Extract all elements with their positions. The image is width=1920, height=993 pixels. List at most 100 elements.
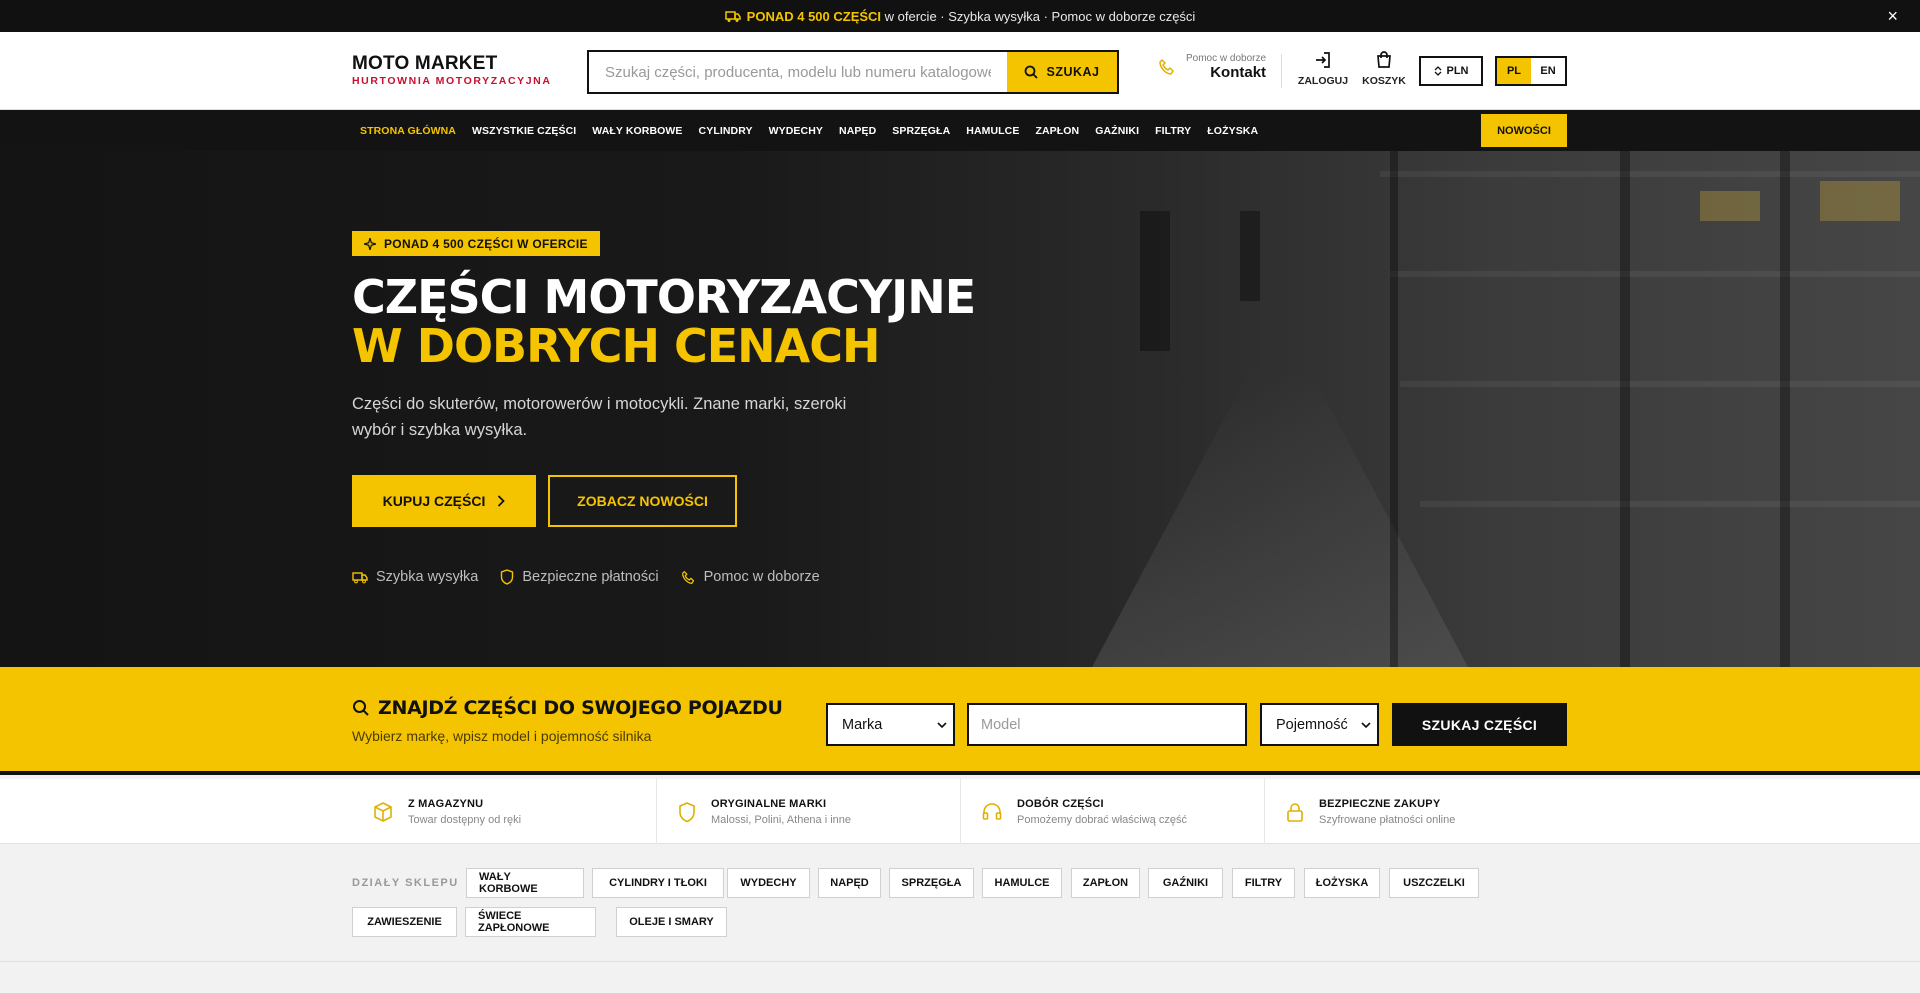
section-chip[interactable]: HAMULCE: [982, 868, 1062, 898]
phone-icon: [1159, 59, 1174, 75]
login-button[interactable]: ZALOGUJ: [1293, 50, 1353, 87]
section-chip[interactable]: ŚWIECE ZAPŁONOWE: [465, 907, 596, 937]
search-bar: SZUKAJ: [587, 50, 1119, 94]
section-chip[interactable]: SPRZĘGŁA: [889, 868, 974, 898]
sparkle-icon: [364, 237, 376, 250]
nav-item-home[interactable]: STRONA GŁÓWNA: [352, 125, 464, 137]
nav-item-carburetors[interactable]: GAŹNIKI: [1087, 125, 1147, 137]
nav-item-brakes[interactable]: HAMULCE: [958, 125, 1027, 137]
divider: [0, 961, 1920, 962]
contact-caption: Pomoc w doborze: [1186, 53, 1267, 64]
sections-label: DZIAŁY SKLEPU: [352, 877, 459, 889]
main-nav: STRONA GŁÓWNA WSZYSTKIE CZĘŚCI WAŁY KORB…: [0, 110, 1920, 151]
header-divider: [1281, 54, 1282, 88]
vehicle-finder: ZNAJDŹ CZĘŚCI DO SWOJEGO POJAZDU Wybierz…: [0, 667, 1920, 775]
cart-button[interactable]: KOSZYK: [1354, 50, 1414, 87]
language-switcher: PL EN: [1495, 56, 1567, 86]
contact-label: Kontakt: [1210, 64, 1267, 81]
chevron-down-icon: [937, 721, 947, 728]
shop-parts-button[interactable]: KUPUJ CZĘŚCI: [352, 475, 536, 527]
site-header: MOTO MARKET HURTOWNIA MOTORYZACYJNA SZUK…: [0, 32, 1920, 110]
cart-label: KOSZYK: [1362, 75, 1406, 87]
search-input[interactable]: [589, 52, 1007, 92]
section-chip[interactable]: WAŁY KORBOWE: [466, 868, 584, 898]
trust-list: Szybka wysyłka Bezpieczne płatności Pomo…: [352, 569, 820, 585]
truck-icon: [352, 572, 368, 584]
feature-item: BEZPIECZNE ZAKUPY Szyfrowane płatności on…: [1285, 779, 1455, 844]
currency-selector[interactable]: PLN: [1419, 56, 1483, 86]
features-strip: Z MAGAZYNU Towar dostępny od ręki ORYGINA…: [0, 779, 1920, 844]
feature-item: ORYGINALNE MARKI Malossi, Polini, Athena …: [677, 779, 851, 844]
trust-item-label: Szybka wysyłka: [376, 569, 479, 585]
section-chip[interactable]: WYDECHY: [727, 868, 810, 898]
logo-name: MOTO MARKET: [352, 53, 498, 74]
feature-desc: Malossi, Polini, Athena i inne: [711, 813, 852, 826]
model-input[interactable]: [967, 703, 1247, 746]
cart-icon: [1377, 51, 1391, 68]
feature-title: Z MAGAZYNU: [408, 797, 484, 810]
section-chip[interactable]: ŁOŻYSKA: [1304, 868, 1380, 898]
find-parts-button[interactable]: SZUKAJ CZĘŚCI: [1392, 703, 1567, 746]
section-chip[interactable]: ZAPŁON: [1071, 868, 1140, 898]
section-chip[interactable]: OLEJE I SMARY: [616, 907, 727, 937]
nav-item-clutches[interactable]: SPRZĘGŁA: [884, 125, 958, 137]
chevron-right-icon: [498, 495, 506, 507]
nav-item-drive[interactable]: NAPĘD: [831, 125, 884, 137]
feature-title: ORYGINALNE MARKI: [711, 797, 827, 810]
search-icon: [353, 700, 369, 716]
promo-highlight: PONAD 4 500 CZĘŚCI: [746, 8, 882, 24]
trust-item-label: Pomoc w doborze: [703, 569, 820, 585]
nav-item-exhausts[interactable]: WYDECHY: [761, 125, 831, 137]
brand-select[interactable]: Marka: [826, 703, 955, 746]
logo-subtitle: HURTOWNIA MOTORYZACYJNA: [352, 75, 552, 87]
hero-badge: PONAD 4 500 CZĘŚCI W OFERCIE: [352, 231, 600, 256]
shop-parts-label: KUPUJ CZĘŚCI: [382, 493, 486, 509]
nav-item-filters[interactable]: FILTRY: [1147, 125, 1199, 137]
sort-icon: [1434, 66, 1441, 76]
section-chip[interactable]: CYLINDRY I TŁOKI: [592, 868, 724, 898]
feature-desc: Pomożemy dobrać właściwą część: [1017, 813, 1187, 826]
search-button[interactable]: SZUKAJ: [1007, 52, 1117, 92]
section-chip[interactable]: USZCZELKI: [1389, 868, 1479, 898]
promo-bar: PONAD 4 500 CZĘŚCI w ofercie · Szybka wy…: [0, 0, 1920, 32]
nav-item-bearings[interactable]: ŁOŻYSKA: [1199, 125, 1266, 137]
lang-en[interactable]: EN: [1531, 58, 1565, 84]
capacity-select-value: Pojemność: [1276, 716, 1348, 733]
feature-item: Z MAGAZYNU Towar dostępny od ręki: [372, 779, 521, 844]
section-chip[interactable]: GAŹNIKI: [1148, 868, 1223, 898]
contact-link[interactable]: Pomoc w doborze Kontakt: [1158, 53, 1266, 81]
headset-icon: [982, 802, 1002, 820]
nav-item-crankshafts[interactable]: WAŁY KORBOWE: [584, 125, 690, 137]
see-new-button[interactable]: ZOBACZ NOWOŚCI: [548, 475, 737, 527]
close-icon[interactable]: ×: [1887, 7, 1898, 25]
section-chip[interactable]: NAPĘD: [818, 868, 881, 898]
feature-divider: [1264, 779, 1265, 844]
finder-title: ZNAJDŹ CZĘŚCI DO SWOJEGO POJAZDU: [352, 697, 783, 719]
feature-divider: [960, 779, 961, 844]
trust-item: Szybka wysyłka: [352, 569, 478, 585]
shield-icon: [501, 569, 514, 585]
login-label: ZALOGUJ: [1297, 75, 1349, 87]
lock-icon: [1287, 802, 1303, 822]
news-button[interactable]: NOWOŚCI: [1481, 114, 1567, 147]
capacity-select[interactable]: Pojemność: [1260, 703, 1379, 746]
feature-desc: Towar dostępny od ręki: [408, 813, 522, 826]
section-chip[interactable]: FILTRY: [1232, 868, 1295, 898]
nav-item-cylinders[interactable]: CYLINDRY: [691, 125, 761, 137]
nav-item-all-parts[interactable]: WSZYSTKIE CZĘŚCI: [464, 125, 584, 137]
feature-divider: [656, 779, 657, 844]
section-chip[interactable]: ZAWIESZENIE: [352, 907, 457, 937]
feature-desc: Szyfrowane płatności online: [1319, 813, 1456, 826]
finder-title-label: ZNAJDŹ CZĘŚCI DO SWOJEGO POJAZDU: [378, 697, 783, 719]
lang-pl[interactable]: PL: [1497, 58, 1531, 84]
nav-item-ignition[interactable]: ZAPŁON: [1027, 125, 1087, 137]
currency-label: PLN: [1446, 65, 1469, 77]
logo[interactable]: MOTO MARKET HURTOWNIA MOTORYZACYJNA: [352, 54, 552, 88]
hero-title: CZĘŚCI MOTORYZACYJNE W DOBRYCH CENACH: [352, 270, 976, 371]
search-button-label: SZUKAJ: [1046, 65, 1100, 79]
hero-title-line1: CZĘŚCI MOTORYZACYJNE: [352, 270, 976, 324]
feature-item: DOBÓR CZĘŚCI Pomożemy dobrać właściwą czę…: [981, 779, 1187, 844]
promo-text: w ofercie · Szybka wysyłka · Pomoc w dob…: [881, 8, 1196, 24]
feature-title: BEZPIECZNE ZAKUPY: [1319, 797, 1441, 810]
finder-subtitle: Wybierz markę, wpisz model i pojemność s…: [352, 728, 652, 744]
